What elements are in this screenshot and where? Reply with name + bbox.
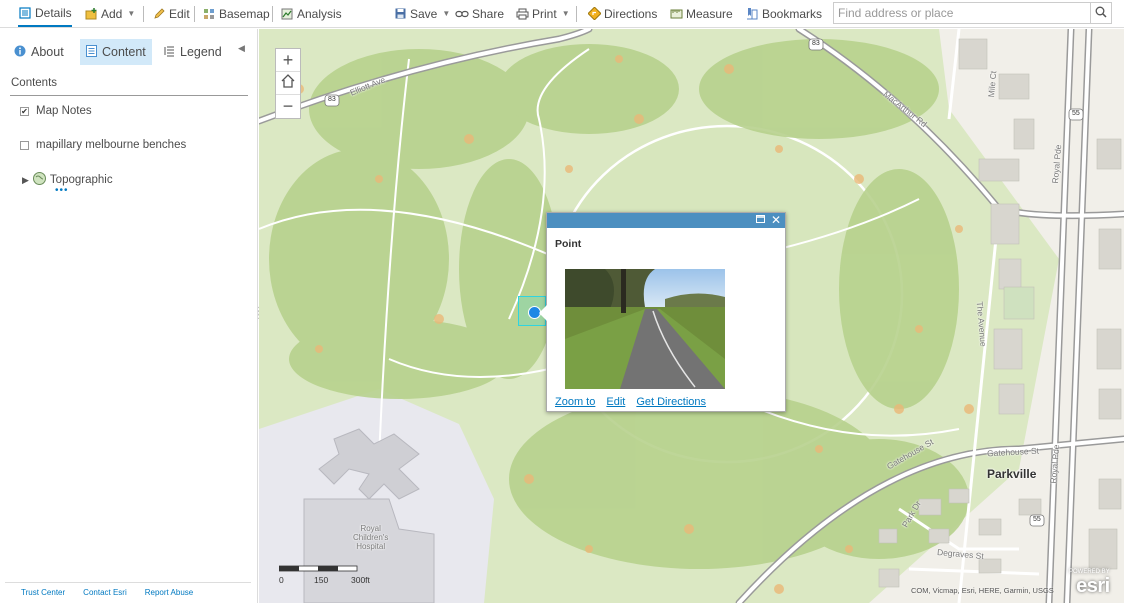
plus-icon: + bbox=[282, 49, 294, 70]
search-input[interactable] bbox=[833, 2, 1091, 24]
edit-label: Edit bbox=[169, 6, 190, 21]
maximize-icon[interactable] bbox=[755, 215, 765, 226]
layer-label: mapillary melbourne benches bbox=[36, 139, 187, 151]
measure-ruler-icon bbox=[669, 7, 683, 21]
esri-wordmark: esri bbox=[1076, 575, 1110, 597]
scale-tick-label: 300ft bbox=[351, 575, 370, 585]
layer-label: Map Notes bbox=[36, 105, 92, 117]
bookmarks-label: Bookmarks bbox=[762, 6, 823, 21]
measure-label: Measure bbox=[686, 6, 733, 21]
more-options-icon[interactable]: ••• bbox=[55, 185, 69, 196]
add-button[interactable]: Add ▼ bbox=[84, 0, 135, 27]
tab-content[interactable]: Content bbox=[80, 39, 152, 65]
directions-icon bbox=[587, 7, 601, 21]
layer-item-mapillary-benches[interactable]: mapillary melbourne benches bbox=[20, 139, 186, 151]
expand-triangle-icon[interactable]: ▶ bbox=[22, 175, 29, 186]
bookmark-icon bbox=[745, 7, 759, 21]
details-icon bbox=[18, 6, 32, 20]
collapse-sidebar-icon[interactable]: ◀ bbox=[238, 43, 245, 54]
sidebar-footer: Trust Center Contact Esri Report Abuse bbox=[5, 582, 251, 602]
add-layer-icon bbox=[84, 7, 98, 21]
sidebar-panel: About Content Legend ◀ Contents ✔ Map No… bbox=[0, 29, 258, 603]
zoom-out-button[interactable]: − bbox=[276, 95, 300, 118]
popup-pointer bbox=[539, 305, 547, 321]
scale-bar-graphic bbox=[278, 565, 358, 572]
layer-checkbox[interactable] bbox=[20, 140, 29, 150]
search-icon bbox=[1095, 6, 1107, 21]
home-icon bbox=[280, 73, 296, 94]
popup-actions: Zoom to Edit Get Directions bbox=[555, 396, 706, 408]
scale-tick-label: 0 bbox=[279, 575, 284, 585]
toolbar-divider bbox=[194, 6, 195, 22]
share-button[interactable]: Share bbox=[455, 0, 504, 27]
basemap-grid-icon bbox=[202, 7, 216, 21]
popup-photo[interactable] bbox=[565, 269, 725, 389]
toolbar-divider bbox=[143, 6, 144, 22]
measure-button[interactable]: Measure bbox=[669, 0, 733, 27]
print-button[interactable]: Print ▼ bbox=[515, 0, 570, 27]
analysis-label: Analysis bbox=[297, 6, 342, 21]
close-icon[interactable]: ✕ bbox=[771, 214, 781, 226]
street-photo bbox=[565, 269, 725, 389]
printer-icon bbox=[515, 7, 529, 21]
analysis-button[interactable]: Analysis bbox=[280, 0, 342, 27]
legend-list-icon bbox=[164, 45, 175, 60]
add-label: Add bbox=[101, 6, 123, 21]
basemap-button[interactable]: Basemap bbox=[202, 0, 270, 27]
edit-link[interactable]: Edit bbox=[606, 396, 625, 408]
floppy-disk-icon bbox=[393, 7, 407, 21]
content-list-icon bbox=[86, 44, 97, 60]
chevron-down-icon: ▼ bbox=[561, 9, 570, 18]
contact-esri-link[interactable]: Contact Esri bbox=[83, 588, 127, 597]
save-label: Save bbox=[410, 6, 438, 21]
search-button[interactable] bbox=[1090, 2, 1112, 24]
map-attribution: COM, Vicmap, Esri, HERE, Garmin, USGS bbox=[911, 586, 1054, 595]
minus-icon: − bbox=[282, 96, 294, 116]
tab-about[interactable]: About bbox=[8, 39, 70, 65]
globe-icon bbox=[32, 172, 46, 188]
scale-tick-label: 150 bbox=[314, 575, 329, 585]
sidebar-tabs: About Content Legend bbox=[8, 39, 248, 65]
save-button[interactable]: Save ▼ bbox=[393, 0, 450, 27]
toolbar-divider bbox=[576, 6, 577, 22]
basemap-label: Basemap bbox=[219, 6, 270, 21]
map-view[interactable]: Elliott Ave MacArthur Rd Royal Pde Royal… bbox=[259, 29, 1124, 603]
trust-center-link[interactable]: Trust Center bbox=[21, 588, 65, 597]
zoom-control: + − bbox=[275, 48, 301, 119]
esri-logo[interactable]: POWERED BY esri bbox=[1069, 569, 1110, 598]
zoom-to-link[interactable]: Zoom to bbox=[555, 396, 595, 408]
report-abuse-link[interactable]: Report Abuse bbox=[145, 588, 193, 597]
contents-heading: Contents bbox=[11, 77, 58, 89]
share-label: Share bbox=[472, 6, 505, 21]
directions-button[interactable]: Directions bbox=[587, 0, 657, 27]
link-icon bbox=[455, 7, 469, 21]
tab-content-label: Content bbox=[102, 45, 146, 59]
info-icon bbox=[14, 45, 26, 60]
scale-bar: 0 150 300ft bbox=[278, 565, 370, 585]
popup-title: Point bbox=[555, 238, 582, 250]
details-label: Details bbox=[35, 5, 72, 20]
popup-header: ✕ bbox=[547, 213, 785, 228]
directions-label: Directions bbox=[604, 6, 658, 21]
top-toolbar: Details Add ▼ Edit Basemap Analysis Save… bbox=[0, 0, 1124, 28]
chevron-down-icon: ▼ bbox=[127, 9, 136, 18]
toolbar-divider bbox=[272, 6, 273, 22]
bookmarks-button[interactable]: Bookmarks bbox=[745, 0, 822, 27]
edit-button[interactable]: Edit bbox=[152, 0, 190, 27]
analysis-icon bbox=[280, 7, 294, 21]
layer-item-map-notes[interactable]: ✔ Map Notes bbox=[20, 105, 92, 117]
tab-legend-label: Legend bbox=[180, 45, 222, 59]
home-button[interactable] bbox=[276, 72, 300, 95]
tab-legend[interactable]: Legend bbox=[158, 39, 228, 65]
divider bbox=[10, 95, 248, 96]
feature-popup: ✕ Point Zoom to Edit Get Directions bbox=[539, 212, 786, 412]
chevron-down-icon: ▼ bbox=[442, 9, 451, 18]
get-directions-link[interactable]: Get Directions bbox=[636, 396, 706, 408]
layer-checkbox[interactable]: ✔ bbox=[20, 106, 29, 116]
tab-about-label: About bbox=[31, 45, 64, 59]
details-button[interactable]: Details bbox=[18, 0, 72, 27]
zoom-in-button[interactable]: + bbox=[276, 49, 300, 72]
print-label: Print bbox=[532, 6, 557, 21]
pencil-icon bbox=[152, 7, 166, 21]
